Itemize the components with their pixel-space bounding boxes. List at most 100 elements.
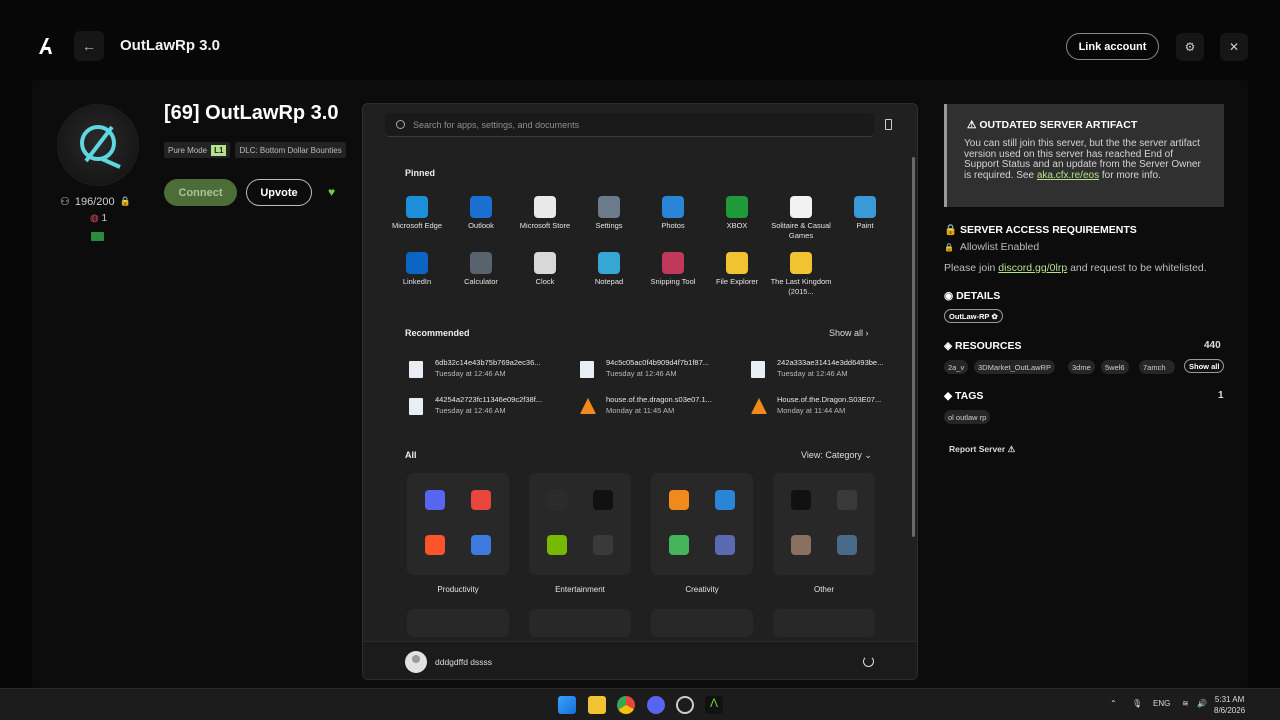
pinned-app[interactable]: Settings: [577, 196, 641, 231]
chevron-up-icon[interactable]: ⌃: [1110, 699, 1117, 708]
vlc-icon[interactable]: [669, 490, 689, 510]
app-label: Photos: [661, 221, 685, 230]
tag-pill[interactable]: ol outlaw rp: [944, 410, 991, 424]
file-time: Tuesday at 12:46 AM: [435, 369, 506, 378]
obs-icon[interactable]: [837, 490, 857, 510]
scrollbar[interactable]: [912, 157, 915, 537]
user-avatar[interactable]: [405, 651, 427, 673]
pinned-app[interactable]: LinkedIn: [385, 252, 449, 287]
show-all-button[interactable]: Show all ›: [829, 328, 869, 338]
pinned-app[interactable]: Photos: [641, 196, 705, 231]
user-name[interactable]: dddgdffd dssss: [435, 657, 492, 667]
connect-button[interactable]: Connect: [164, 179, 237, 206]
pinned-app[interactable]: Snipping Tool: [641, 252, 705, 287]
file-explorer-icon[interactable]: [588, 696, 606, 714]
resources-show-all-button[interactable]: Show all: [1184, 359, 1225, 373]
altv-icon[interactable]: Λ: [705, 696, 723, 714]
clock[interactable]: 5:31 AM 8/6/2026: [1214, 694, 1245, 716]
view-category-dropdown[interactable]: View: Category ⌄: [801, 450, 872, 461]
pinned-app[interactable]: Notepad: [577, 252, 641, 287]
search-icon: [396, 120, 405, 129]
photos-icon[interactable]: [715, 490, 735, 510]
brave-icon[interactable]: [425, 535, 445, 555]
recommended-item[interactable]: 6db32c14e43b75b769a2ec36... Tuesday at 12…: [405, 357, 565, 383]
upvote-button[interactable]: Upvote: [246, 179, 312, 206]
phone-link-icon[interactable]: [885, 119, 892, 130]
resource-pill[interactable]: 3dme: [1068, 360, 1095, 374]
category-folder[interactable]: [651, 473, 753, 575]
language-indicator[interactable]: ENG: [1153, 699, 1170, 708]
link-account-button[interactable]: Link account: [1066, 33, 1159, 60]
close-icon[interactable]: ✕: [1220, 33, 1248, 61]
discord-icon[interactable]: [647, 696, 665, 714]
recommended-item[interactable]: house.of.the.dragon.s03e07.1... Monday at…: [576, 394, 736, 420]
category-label: Creativity: [685, 585, 719, 594]
file-name: house.of.the.dragon.s03e07.1...: [606, 395, 712, 404]
category-folder[interactable]: [529, 473, 631, 575]
obs-icon[interactable]: [676, 696, 694, 714]
office-apps-icon[interactable]: [471, 535, 491, 555]
epic-games-icon[interactable]: [547, 490, 567, 510]
app-label: XBOX: [726, 221, 748, 230]
ping-icon: ◍: [90, 213, 99, 224]
chrome-icon[interactable]: [617, 696, 635, 714]
pinned-app[interactable]: Microsoft Edge: [385, 196, 449, 231]
pinned-app[interactable]: File Explorer: [705, 252, 769, 287]
resource-pill[interactable]: 5wel6: [1101, 360, 1129, 374]
warning-title: ⚠ OUTDATED SERVER ARTIFACT: [967, 119, 1138, 131]
media-player-icon[interactable]: [593, 535, 613, 555]
app-label: The Last Kingdom (2015...: [770, 277, 832, 296]
chrome-icon[interactable]: [471, 490, 491, 510]
report-server-button[interactable]: Report Server ⚠: [949, 444, 1015, 455]
tools-icon[interactable]: [837, 535, 857, 555]
settings-gear-icon[interactable]: ⚙: [1176, 33, 1204, 61]
media-editor-icon[interactable]: [715, 535, 735, 555]
bluestacks-icon[interactable]: [669, 535, 689, 555]
dlc-badge: DLC: Bottom Dollar Bounties: [235, 142, 346, 158]
pinned-app[interactable]: Microsoft Store: [513, 196, 577, 231]
recommended-item[interactable]: 242a333ae31414e3dd6493be... Tuesday at 12…: [747, 357, 907, 383]
discord-icon[interactable]: [425, 490, 445, 510]
recommended-item[interactable]: House.of.the.Dragon.S03E07... Monday at 1…: [747, 394, 907, 420]
altv-icon[interactable]: [791, 490, 811, 510]
category-label: Other: [813, 585, 834, 594]
server-owner-pill[interactable]: OutLaw-RP ✿: [944, 309, 1003, 323]
eos-link[interactable]: aka.cfx.re/eos: [1037, 170, 1099, 181]
pinned-app[interactable]: Calculator: [449, 252, 513, 287]
windows-start-icon[interactable]: [558, 696, 576, 714]
category-folder[interactable]: [773, 609, 875, 637]
start-search-input[interactable]: Search for apps, settings, and documents: [385, 113, 874, 137]
wifi-icon[interactable]: ≋: [1182, 699, 1189, 708]
pinned-app[interactable]: Outlook: [449, 196, 513, 231]
fivem-logo[interactable]: [36, 36, 56, 56]
photos-icon: [662, 196, 684, 218]
category-folder[interactable]: [773, 473, 875, 575]
pinned-app[interactable]: XBOX: [705, 196, 769, 231]
favorite-heart-icon[interactable]: ♥: [328, 185, 335, 199]
category-folder[interactable]: [407, 609, 509, 637]
game-thumb-icon[interactable]: [791, 535, 811, 555]
tiktok-icon[interactable]: [593, 490, 613, 510]
pinned-app[interactable]: Solitaire & Casual Games: [769, 196, 833, 241]
recommended-item[interactable]: 44254a2723fc11346e09c2f38f... Tuesday at …: [405, 394, 565, 420]
category-folder[interactable]: [651, 609, 753, 637]
nvidia-icon[interactable]: [547, 535, 567, 555]
resource-pill[interactable]: 3DMarket_OutLawRP: [974, 360, 1055, 374]
resource-pill[interactable]: 7amch: [1139, 360, 1175, 374]
app-label: Snipping Tool: [650, 277, 696, 286]
image-file-icon: [409, 361, 423, 378]
category-folder[interactable]: [407, 473, 509, 575]
pinned-app[interactable]: Paint: [833, 196, 897, 231]
server-badges: Pure Mode L1 DLC: Bottom Dollar Bounties: [164, 142, 346, 158]
pinned-app[interactable]: The Last Kingdom (2015...: [769, 252, 833, 297]
discord-link[interactable]: discord.gg/0lrp: [998, 262, 1067, 274]
pinned-app[interactable]: Clock: [513, 252, 577, 287]
resource-pill[interactable]: 2a_v: [944, 360, 969, 374]
back-button[interactable]: ←: [74, 31, 104, 61]
recommended-item[interactable]: 94c5c05ac0f4b909d4f7b1f87... Tuesday at 1…: [576, 357, 736, 383]
volume-icon[interactable]: 🔊: [1197, 699, 1207, 708]
microphone-icon[interactable]: 🎙: [1132, 699, 1142, 708]
power-icon[interactable]: [863, 656, 874, 667]
page-title: OutLawRp 3.0: [120, 37, 221, 54]
category-folder[interactable]: [529, 609, 631, 637]
